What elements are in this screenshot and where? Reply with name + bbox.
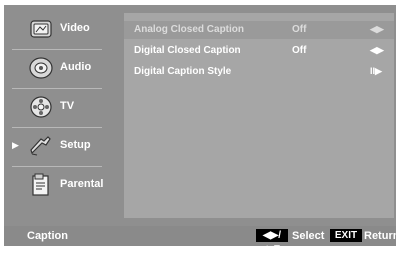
sidebar-item-setup[interactable]: ▶ Setup	[8, 128, 104, 166]
setup-icon	[28, 133, 54, 159]
select-hint: Select	[292, 230, 325, 242]
sidebar-item-video[interactable]: Video	[8, 11, 104, 49]
sidebar-item-tv[interactable]: TV	[8, 89, 104, 127]
option-value: Off	[292, 45, 307, 56]
return-hint: Return	[364, 230, 400, 242]
caption-settings-panel: Analog Closed Caption Off ◀▶ Digital Clo…	[124, 13, 394, 218]
option-label: Digital Caption Style	[134, 66, 232, 77]
option-label: Analog Closed Caption	[134, 24, 244, 35]
bottom-bar: Caption ◀▶/▲▼ Select EXIT Return	[4, 226, 400, 254]
exit-key: EXIT	[330, 229, 362, 242]
left-right-arrows-icon: ◀▶	[370, 24, 384, 34]
left-right-arrows-icon: ◀▶	[370, 45, 384, 55]
digital-closed-caption-row[interactable]: Digital Closed Caption Off ◀▶	[124, 42, 394, 60]
sidebar-item-label: Video	[60, 22, 90, 34]
sidebar: Video Audio TV ▶ Setup Parental	[8, 11, 104, 210]
sidebar-item-label: Audio	[60, 61, 92, 73]
sidebar-item-audio[interactable]: Audio	[8, 50, 104, 88]
sidebar-item-label: Setup	[60, 139, 91, 151]
navigation-keys-icon: ◀▶/▲▼	[256, 229, 288, 254]
menu-title: Caption	[27, 230, 68, 242]
sidebar-item-parental[interactable]: Parental	[8, 167, 104, 205]
tv-icon	[28, 94, 54, 120]
submenu-enter-icon: II▶	[370, 66, 382, 76]
audio-icon	[28, 55, 54, 81]
analog-closed-caption-row[interactable]: Analog Closed Caption Off ◀▶	[124, 21, 394, 39]
sidebar-item-label: TV	[60, 100, 75, 112]
menu-screen: Video Audio TV ▶ Setup Parental Analog C…	[4, 5, 396, 246]
selected-arrow-icon: ▶	[12, 140, 19, 150]
option-value: Off	[292, 24, 307, 35]
option-label: Digital Closed Caption	[134, 45, 241, 56]
sidebar-item-label: Parental	[60, 178, 104, 190]
video-icon	[28, 16, 54, 42]
digital-caption-style-row[interactable]: Digital Caption Style II▶	[124, 63, 394, 81]
parental-icon	[28, 172, 54, 198]
